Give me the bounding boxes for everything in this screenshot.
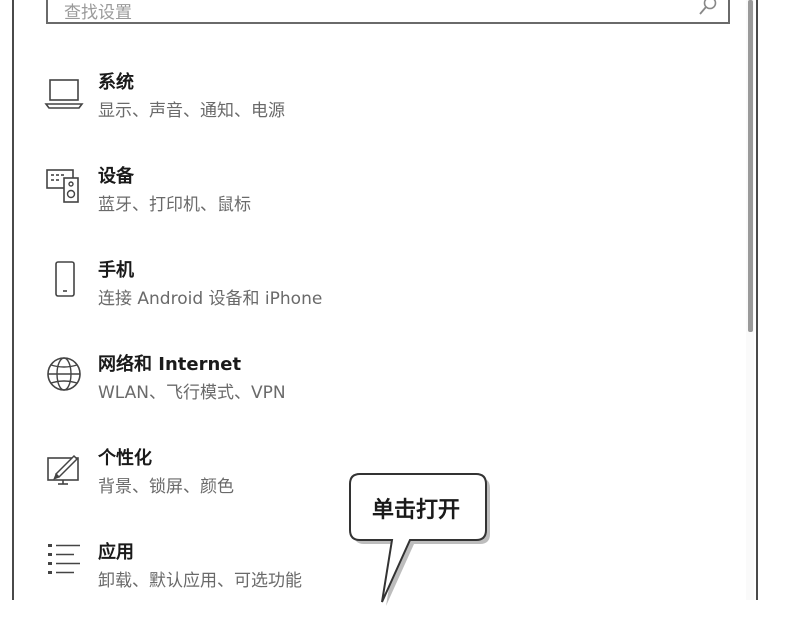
item-subtitle: 连接 Android 设备和 iPhone xyxy=(98,289,323,309)
item-subtitle: 卸载、默认应用、可选功能 xyxy=(98,571,302,591)
personalization-icon xyxy=(44,444,84,490)
item-subtitle: 背景、锁屏、颜色 xyxy=(98,477,234,497)
search-placeholder: 查找设置 xyxy=(64,3,132,23)
settings-item-system[interactable]: 系统 显示、声音、通知、电源 xyxy=(40,68,730,148)
item-subtitle: 显示、声音、通知、电源 xyxy=(98,101,285,121)
apps-list-icon xyxy=(44,538,84,584)
settings-item-network[interactable]: 网络和 Internet WLAN、飞行模式、VPN xyxy=(40,350,730,430)
item-subtitle: WLAN、飞行模式、VPN xyxy=(98,383,286,403)
callout-text: 单击打开 xyxy=(371,498,460,523)
globe-icon xyxy=(44,350,84,396)
item-title: 个性化 xyxy=(98,448,152,469)
scrollbar-thumb[interactable] xyxy=(748,0,753,332)
callout-annotation: 单击打开 xyxy=(348,473,492,606)
item-title: 手机 xyxy=(98,260,134,281)
item-title: 应用 xyxy=(98,542,134,563)
laptop-icon xyxy=(44,68,84,114)
settings-item-phone[interactable]: 手机 连接 Android 设备和 iPhone xyxy=(40,256,730,336)
item-title: 设备 xyxy=(98,166,134,187)
window-left-border xyxy=(12,0,14,600)
settings-item-devices[interactable]: 设备 蓝牙、打印机、鼠标 xyxy=(40,162,730,242)
phone-icon xyxy=(44,256,84,302)
item-title: 网络和 Internet xyxy=(98,354,242,375)
window-right-border xyxy=(756,0,758,600)
item-title: 系统 xyxy=(98,72,134,93)
search-input[interactable]: 查找设置 xyxy=(46,0,730,24)
search-icon[interactable] xyxy=(698,0,718,16)
devices-icon xyxy=(44,162,84,208)
item-subtitle: 蓝牙、打印机、鼠标 xyxy=(98,195,251,215)
